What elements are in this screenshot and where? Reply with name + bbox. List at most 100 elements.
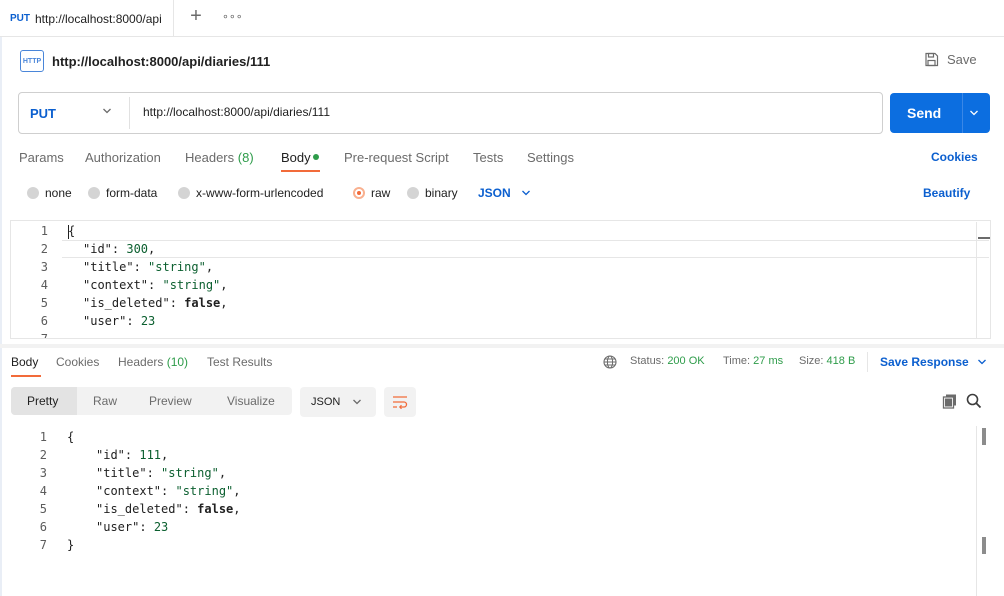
tab-method: PUT (10, 13, 30, 24)
send-button[interactable]: Send (890, 93, 990, 133)
radio-raw-label: raw (371, 186, 391, 200)
headers-count: (8) (237, 150, 254, 165)
radio-form-data[interactable]: form-data (88, 186, 157, 200)
globe-icon[interactable] (603, 355, 617, 369)
send-divider (962, 93, 963, 133)
tab-bar: PUT http://localhost:8000/api + ∘∘∘ (0, 0, 1004, 37)
editor-scrollbar[interactable] (976, 222, 977, 338)
view-raw[interactable]: Raw (93, 394, 117, 408)
chevron-down-icon (521, 190, 530, 196)
radio-form-data-label: form-data (106, 186, 158, 200)
size-value: 418 B (826, 355, 856, 367)
response-tab-body[interactable]: Body (11, 355, 38, 369)
save-button[interactable]: Save (924, 52, 977, 67)
response-tab-cookies[interactable]: Cookies (56, 355, 99, 369)
radio-raw[interactable]: raw (353, 186, 390, 200)
tab-headers[interactable]: Headers (8) (185, 150, 254, 165)
view-preview[interactable]: Preview (149, 394, 192, 408)
request-tab[interactable]: PUT http://localhost:8000/api (0, 0, 174, 37)
wrap-lines-button[interactable] (384, 387, 416, 417)
line-number: 7 (18, 332, 48, 338)
tab-headers-label: Headers (185, 150, 235, 165)
body-status-dot (313, 154, 319, 160)
time-label: Time: (723, 355, 751, 367)
radio-binary-label: binary (425, 186, 458, 200)
line-number: 4 (40, 278, 48, 292)
chevron-down-icon[interactable] (969, 108, 979, 118)
url-input[interactable]: http://localhost:8000/api/diaries/111 (143, 105, 330, 119)
code-line: "user": 23 (83, 314, 156, 328)
response-tab-test-results[interactable]: Test Results (207, 355, 272, 369)
radio-urlencoded-circle (178, 187, 190, 199)
tab-body[interactable]: Body (281, 150, 311, 165)
radio-raw-circle (353, 187, 365, 199)
active-line-highlight (62, 240, 989, 258)
radio-urlencoded-label: x-www-form-urlencoded (196, 186, 324, 200)
chevron-down-icon (353, 399, 362, 405)
response-headers-count: (10) (166, 355, 189, 369)
request-title[interactable]: http://localhost:8000/api/diaries/111 (52, 54, 270, 69)
view-pretty[interactable]: Pretty (27, 394, 58, 408)
status-value: 200 OK (667, 355, 705, 367)
code-line: { (67, 430, 75, 444)
new-tab-icon[interactable]: + (187, 6, 205, 26)
save-label: Save (947, 52, 977, 67)
wrap-lines-icon (393, 396, 408, 409)
text-cursor (68, 225, 69, 239)
response-headers-label: Headers (118, 355, 164, 369)
tab-prerequest[interactable]: Pre-request Script (344, 150, 449, 165)
tab-params[interactable]: Params (19, 150, 64, 165)
code-line: "id": 300, (83, 242, 156, 256)
line-number: 5 (39, 502, 47, 516)
tab-body-underline (281, 170, 320, 172)
status-label: Status: (630, 355, 665, 367)
scrollbar-marker (982, 428, 986, 445)
line-number: 1 (40, 224, 48, 238)
response-format-select[interactable]: JSON (300, 387, 376, 417)
send-label: Send (907, 105, 942, 121)
tab-title: http://localhost:8000/api (35, 11, 162, 26)
save-response-button[interactable]: Save Response (880, 355, 987, 369)
line-number: 2 (39, 448, 47, 462)
code-line: "is_deleted": false, (96, 502, 241, 516)
tab-authorization[interactable]: Authorization (85, 150, 161, 165)
scrollbar-marker (978, 237, 990, 239)
code-line: "is_deleted": false, (83, 296, 228, 310)
response-scrollbar[interactable] (976, 426, 977, 596)
view-visualize[interactable]: Visualize (227, 394, 275, 408)
save-icon (925, 52, 939, 67)
body-format-select[interactable]: JSON (478, 186, 531, 200)
line-number: 3 (40, 260, 48, 274)
radio-binary[interactable]: binary (407, 186, 458, 200)
method-select[interactable]: PUT (30, 106, 56, 121)
time-readout[interactable]: Time: 27 ms (723, 355, 783, 367)
line-number: 4 (39, 484, 47, 498)
radio-none-circle (27, 187, 39, 199)
line-number: 6 (39, 520, 47, 534)
radio-urlencoded[interactable]: x-www-form-urlencoded (178, 186, 323, 200)
response-format-label: JSON (311, 396, 341, 408)
code-line: } (67, 538, 75, 552)
status-divider (867, 352, 868, 372)
size-readout[interactable]: Size: 418 B (799, 355, 855, 367)
code-line: "context": "string", (83, 278, 228, 292)
code-line: "id": 111, (96, 448, 169, 462)
search-icon[interactable] (966, 393, 982, 409)
pane-divider[interactable] (0, 344, 1004, 348)
radio-none[interactable]: none (27, 186, 72, 200)
copy-icon[interactable] (942, 393, 958, 409)
tab-settings[interactable]: Settings (527, 150, 574, 165)
response-tab-headers[interactable]: Headers (10) (118, 355, 188, 369)
cookies-link[interactable]: Cookies (931, 150, 978, 164)
tab-tests[interactable]: Tests (473, 150, 503, 165)
url-divider (129, 97, 130, 129)
http-icon: HTTP (20, 50, 44, 72)
more-tabs-icon[interactable]: ∘∘∘ (222, 10, 243, 23)
size-label: Size: (799, 355, 824, 367)
beautify-button[interactable]: Beautify (923, 186, 970, 200)
response-tab-underline (11, 375, 41, 377)
chevron-down-icon[interactable] (102, 106, 112, 116)
status-readout[interactable]: Status: 200 OK (630, 355, 705, 367)
radio-none-label: none (45, 186, 72, 200)
line-number: 6 (40, 314, 48, 328)
